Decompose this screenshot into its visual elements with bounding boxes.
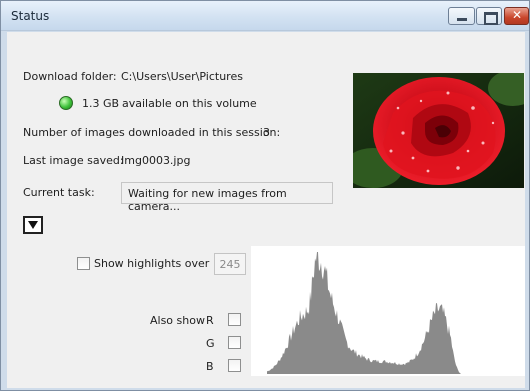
highlight-threshold-value: 245 <box>219 258 241 271</box>
show-highlights-checkbox[interactable] <box>77 257 90 270</box>
current-task-field: Waiting for new images from camera... <box>121 182 333 213</box>
current-task-value: Waiting for new images from camera... <box>128 187 287 213</box>
last-image-thumbnail <box>353 73 524 188</box>
also-show-label: Also show <box>150 314 205 327</box>
channel-r-checkbox[interactable] <box>228 313 241 326</box>
expand-details-toggle[interactable] <box>23 216 43 234</box>
highlight-threshold-field[interactable]: 245 <box>214 253 246 275</box>
last-saved-label: Last image saved: <box>23 154 124 167</box>
histogram-panel <box>251 246 525 376</box>
download-folder-label: Download folder: <box>23 70 117 83</box>
channel-b-checkbox[interactable] <box>228 359 241 372</box>
maximize-button[interactable] <box>476 7 502 25</box>
histogram-silhouette <box>267 252 461 374</box>
histogram-plot <box>267 252 461 374</box>
status-panel: Download folder: C:\Users\User\Pictures … <box>7 32 525 388</box>
images-count-value: 3 <box>263 126 270 139</box>
free-space-value: 1.3 GB <box>82 97 120 110</box>
free-space-suffix: available on this volume <box>122 97 257 110</box>
last-saved-value: Img0003.jpg <box>121 154 191 167</box>
show-highlights-label: Show highlights over <box>94 257 210 270</box>
rose-photo-icon <box>353 73 524 188</box>
channel-g-label: G <box>206 337 215 350</box>
window-title: Status <box>11 9 50 23</box>
title-bar[interactable]: Status <box>1 1 529 31</box>
images-count-label: Number of images downloaded in this sess… <box>23 126 281 139</box>
download-folder-path: C:\Users\User\Pictures <box>121 70 243 83</box>
current-task-label: Current task: <box>23 186 95 199</box>
status-window: Status Download folder: C:\Users\User\Pi… <box>0 0 530 391</box>
channel-r-label: R <box>206 314 214 327</box>
channel-g-checkbox[interactable] <box>228 336 241 349</box>
channel-b-label: B <box>206 360 214 373</box>
close-button[interactable] <box>504 7 529 25</box>
status-led-icon <box>59 96 73 110</box>
minimize-button[interactable] <box>448 7 475 25</box>
